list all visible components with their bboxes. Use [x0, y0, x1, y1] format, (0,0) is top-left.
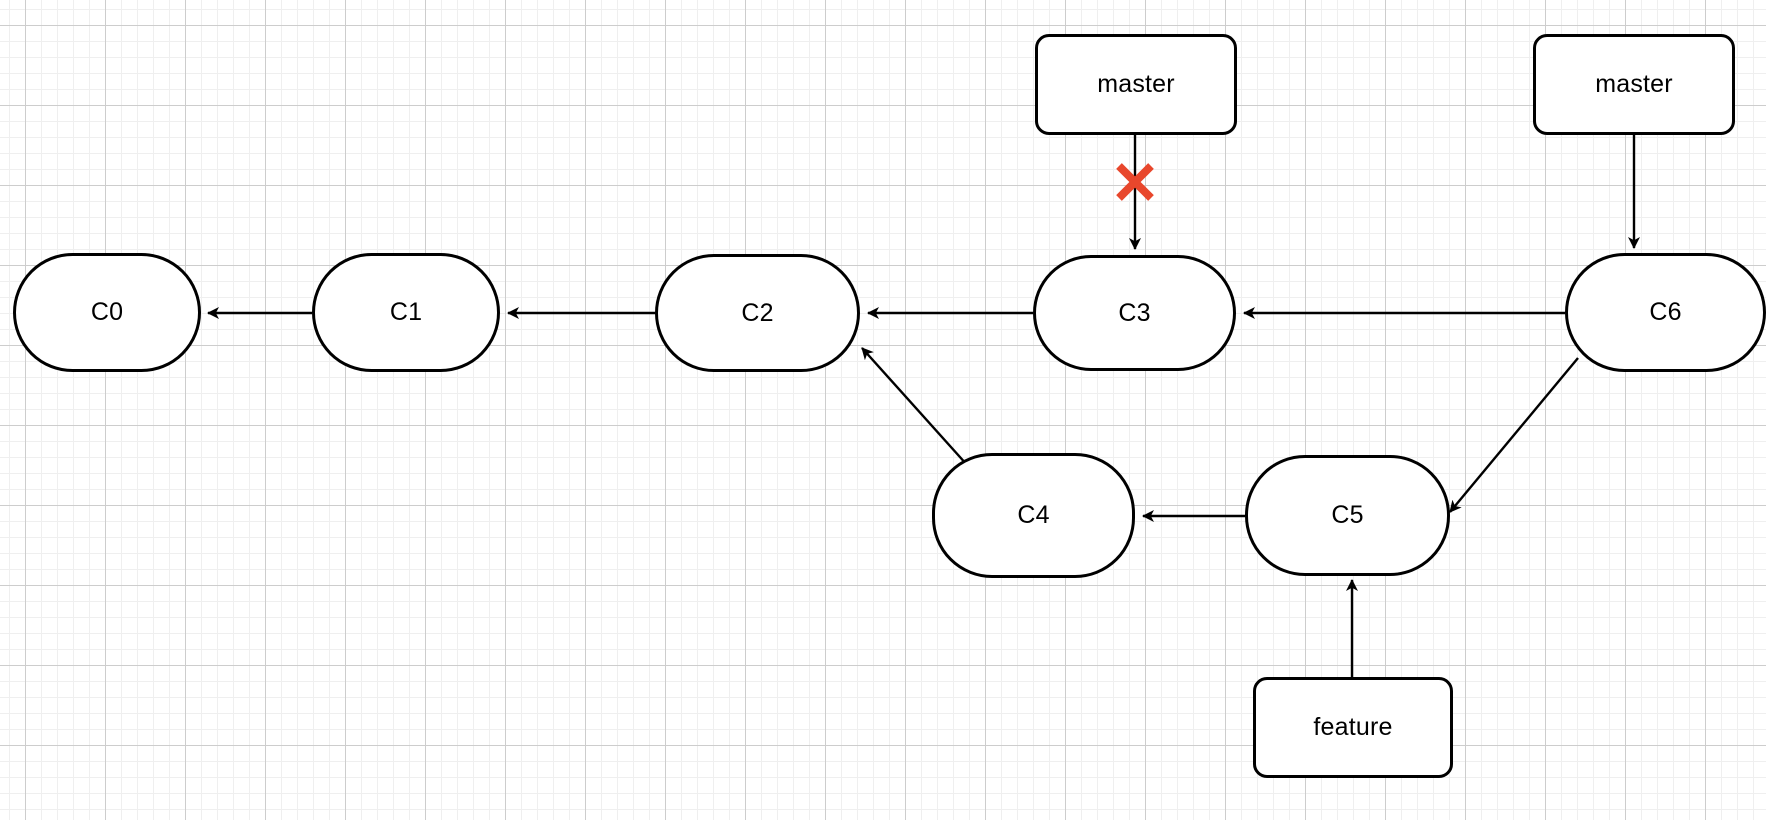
commit-node-c5[interactable]: C5 [1245, 455, 1450, 576]
commit-node-c3[interactable]: C3 [1033, 255, 1236, 371]
commit-label: C3 [1118, 298, 1151, 327]
branch-label-text: feature [1313, 713, 1393, 741]
edge-c4-to-c2 [861, 347, 969, 467]
commit-node-c6[interactable]: C6 [1565, 253, 1766, 372]
edge-c6-to-c5 [1449, 357, 1579, 513]
commit-label: C6 [1649, 298, 1682, 326]
commit-node-c2[interactable]: C2 [655, 254, 860, 372]
branch-label-master-new[interactable]: master [1533, 34, 1735, 135]
commit-node-c0[interactable]: C0 [13, 253, 201, 372]
x-mark-icon [1116, 163, 1154, 201]
edge-layer [207, 135, 1640, 677]
commit-label: C2 [741, 298, 774, 327]
branch-label-master-old[interactable]: master [1035, 34, 1237, 135]
diagram-canvas: C0 C1 C2 C3 C4 C5 C6 master master featu… [0, 0, 1766, 820]
commit-label: C0 [90, 298, 124, 326]
branch-label-text: master [1097, 70, 1175, 98]
branch-label-feature[interactable]: feature [1253, 677, 1453, 778]
commit-label: C4 [1017, 501, 1050, 529]
commit-label: C5 [1331, 501, 1364, 529]
branch-label-text: master [1595, 70, 1673, 98]
commit-label: C1 [389, 298, 423, 326]
commit-node-c1[interactable]: C1 [312, 253, 500, 372]
commit-node-c4[interactable]: C4 [932, 453, 1135, 578]
